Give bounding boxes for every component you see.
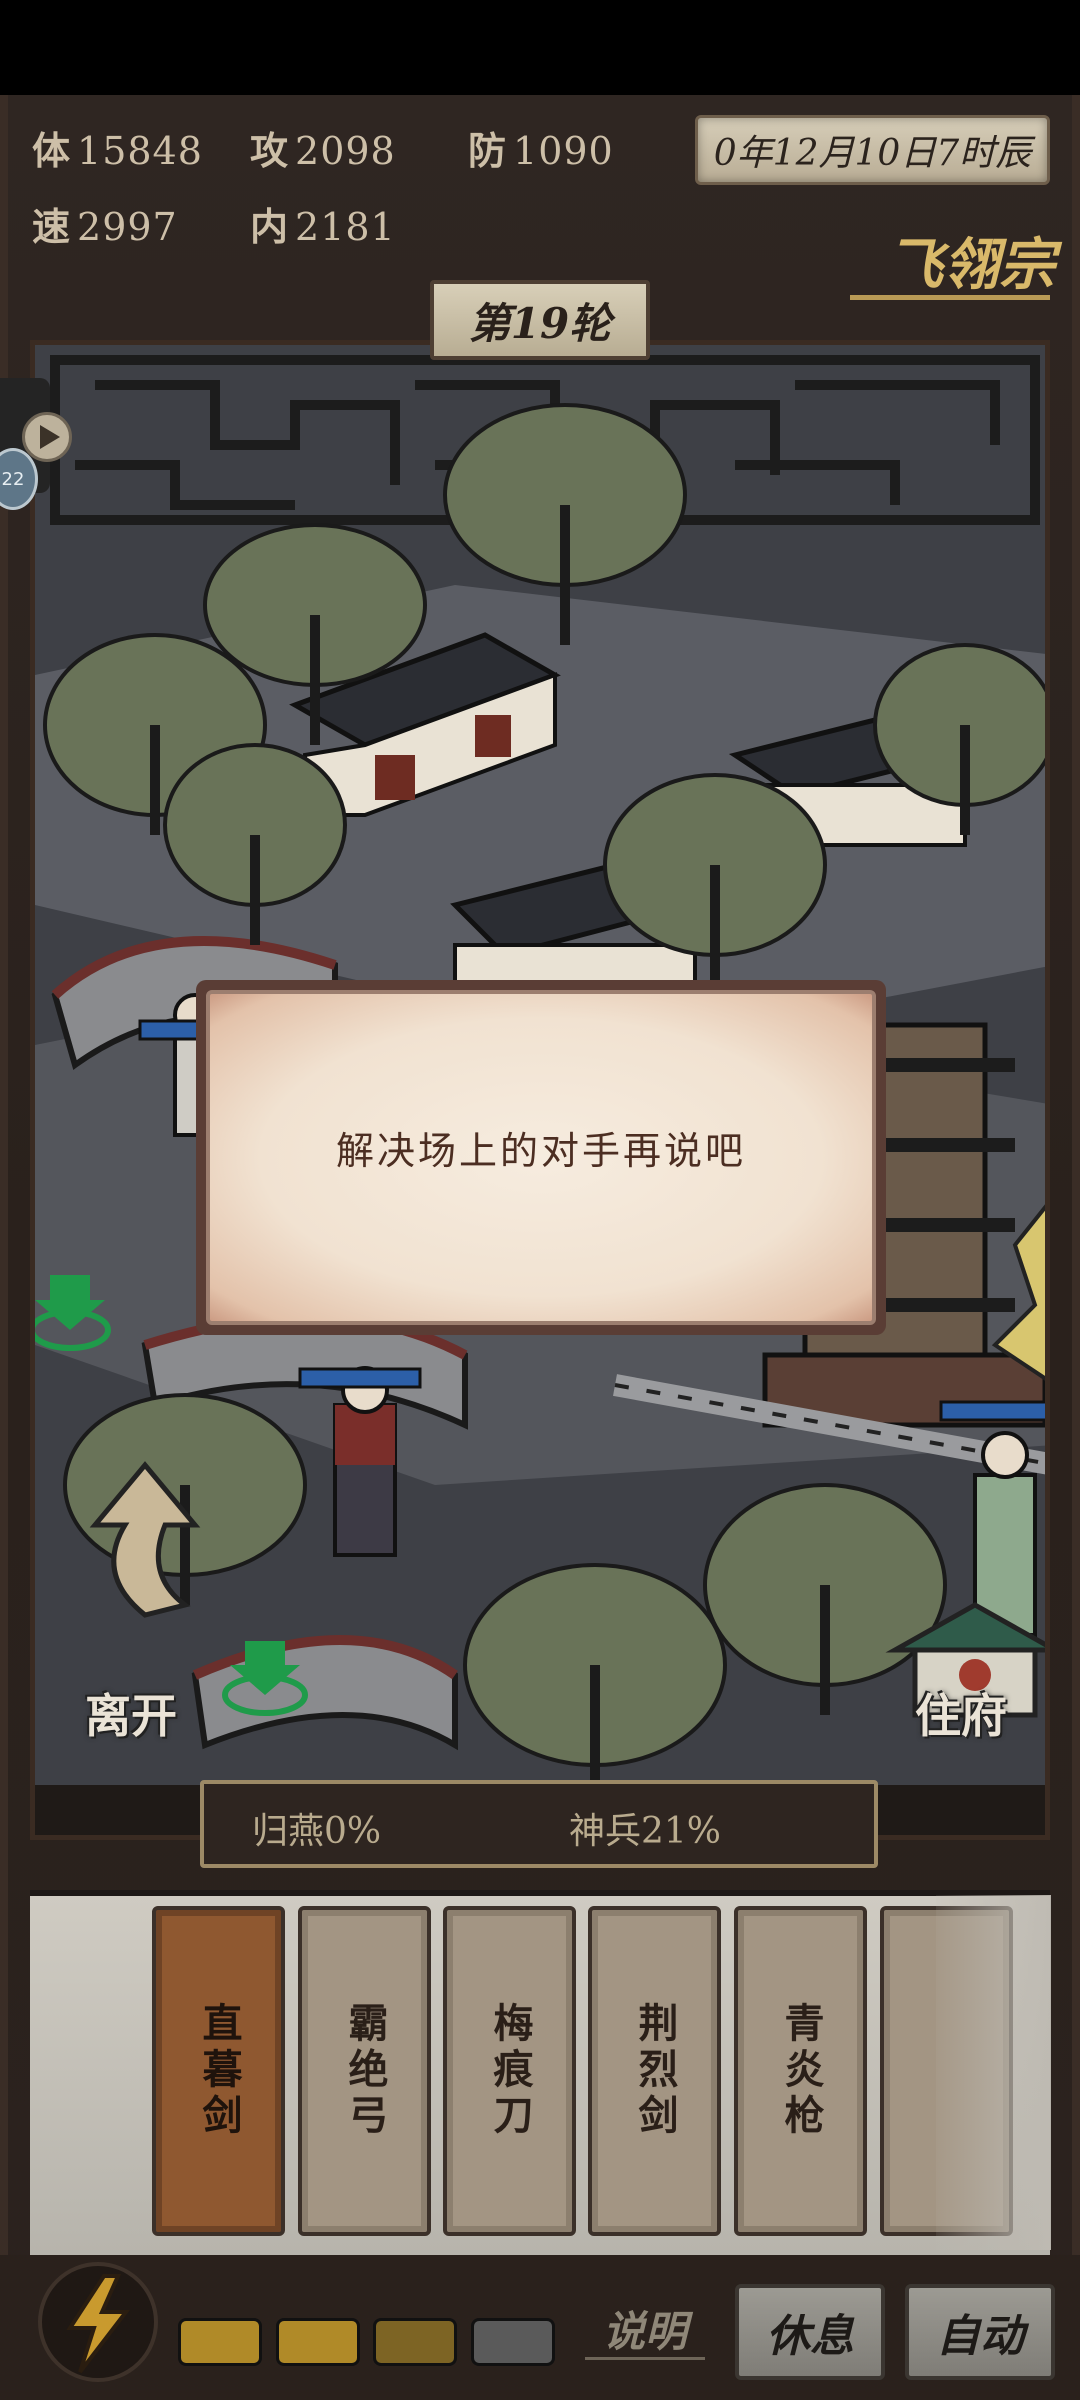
stat-inner: 内 2181 bbox=[250, 204, 396, 249]
energy-orb bbox=[38, 2262, 158, 2382]
skill-card-bajue-bow[interactable]: 霸绝弓 bbox=[298, 1906, 431, 2236]
skill-name: 直暮剑 bbox=[195, 2002, 243, 2140]
skill-scroll-fade bbox=[936, 1895, 1051, 2250]
game-screen: 体 15848 攻 2098 防 1090 速 2997 内 2181 0年12月10日7… bbox=[0, 0, 1080, 2400]
round-counter: 第19轮 bbox=[430, 280, 650, 360]
stat-defense: 防 1090 bbox=[468, 128, 614, 173]
skill-card-jinglie-sword[interactable]: 荆烈剑 bbox=[588, 1906, 721, 2236]
dialog-panel: 解决场上的对手再说吧 bbox=[206, 990, 876, 1325]
energy-slot bbox=[373, 2318, 457, 2366]
skill-name: 梅痕刀 bbox=[486, 2002, 534, 2140]
rest-button[interactable]: 休息 bbox=[735, 2284, 885, 2380]
skill-name: 荆烈剑 bbox=[631, 2002, 679, 2140]
leave-button[interactable]: 离开 bbox=[85, 1680, 177, 1746]
help-button[interactable]: 说明 bbox=[585, 2298, 705, 2360]
energy-slot bbox=[178, 2318, 262, 2366]
skill-name: 霸绝弓 bbox=[341, 2002, 389, 2140]
lightning-icon bbox=[66, 2274, 131, 2374]
energy-slot bbox=[471, 2318, 555, 2366]
play-icon[interactable] bbox=[22, 412, 72, 462]
stat-speed: 速 2997 bbox=[32, 204, 178, 249]
skill-card-qingyan-spear[interactable]: 青炎枪 bbox=[734, 1906, 867, 2236]
sect-underline bbox=[850, 295, 1050, 300]
status-bar bbox=[0, 0, 1080, 95]
dialog-message: 解决场上的对手再说吧 bbox=[335, 1129, 746, 1173]
energy-slot bbox=[276, 2318, 360, 2366]
progress-panel: 归燕0% 神兵21% bbox=[200, 1780, 878, 1868]
shenbing-progress: 神兵21% bbox=[569, 1811, 722, 1852]
message-dialog[interactable]: 解决场上的对手再说吧 bbox=[196, 980, 886, 1335]
residence-button[interactable]: 住府 bbox=[915, 1680, 1007, 1746]
sect-name: 飞翎宗 bbox=[887, 232, 1055, 298]
game-time: 0年12月10日7时辰 bbox=[695, 115, 1050, 185]
stat-hp: 体 15848 bbox=[32, 128, 203, 173]
guiyan-progress: 归燕0% bbox=[252, 1811, 382, 1852]
skill-card-meihen-blade[interactable]: 梅痕刀 bbox=[443, 1906, 576, 2236]
character-enemy bbox=[973, 1431, 1037, 1637]
character-player bbox=[333, 1366, 397, 1557]
stat-attack: 攻 2098 bbox=[250, 128, 396, 173]
auto-button[interactable]: 自动 bbox=[905, 2284, 1055, 2380]
skill-name: 青炎枪 bbox=[777, 2002, 825, 2140]
skill-card-zhimu-sword[interactable]: 直暮剑 bbox=[152, 1906, 285, 2236]
